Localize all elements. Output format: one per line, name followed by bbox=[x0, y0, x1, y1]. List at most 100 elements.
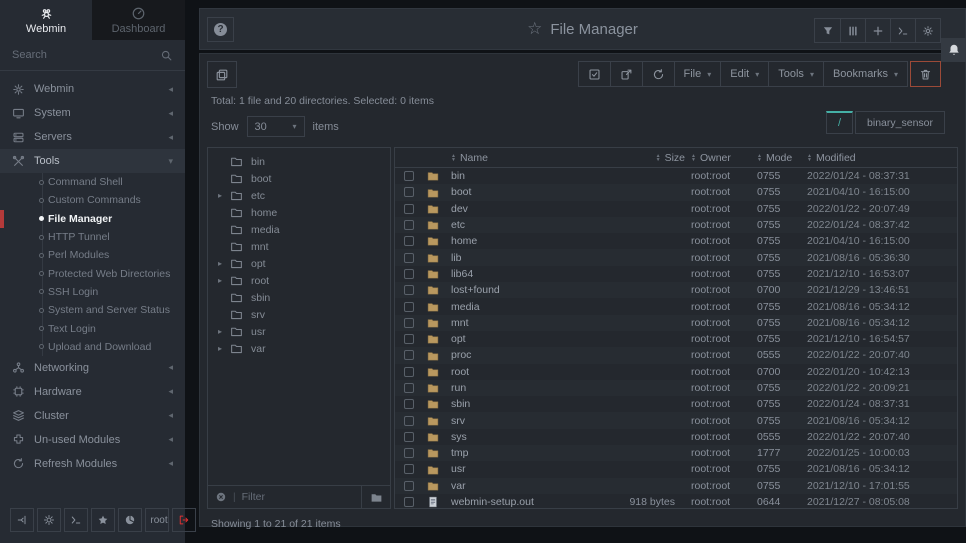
tree-item-mnt[interactable]: mnt bbox=[208, 238, 390, 255]
sidebar-item-protected-web-directories[interactable]: Protected Web Directories bbox=[0, 264, 185, 282]
favorites-star-button[interactable] bbox=[91, 508, 115, 532]
tree-item-usr[interactable]: ▸usr bbox=[208, 323, 390, 340]
menu-file[interactable]: File▾ bbox=[674, 62, 721, 86]
table-row[interactable]: tmproot:root17772022/01/25 - 10:00:03 bbox=[395, 445, 957, 461]
table-row[interactable]: homeroot:root07552021/04/10 - 16:15:00 bbox=[395, 233, 957, 249]
row-checkbox[interactable] bbox=[404, 269, 414, 279]
table-row[interactable]: lib64root:root07552021/12/10 - 16:53:07 bbox=[395, 266, 957, 282]
sidebar-item-hardware[interactable]: Hardware◂ bbox=[0, 380, 185, 404]
table-row[interactable]: devroot:root07552022/01/22 - 20:07:49 bbox=[395, 201, 957, 217]
notifications-tab[interactable] bbox=[941, 38, 966, 62]
column-header-modified[interactable]: ▲▼Modified bbox=[807, 152, 957, 164]
star-outline-icon[interactable]: ☆ bbox=[527, 19, 542, 39]
tree-folder-button[interactable] bbox=[361, 486, 383, 508]
table-row[interactable]: optroot:root07552021/12/10 - 16:54:57 bbox=[395, 331, 957, 347]
row-checkbox[interactable] bbox=[404, 464, 414, 474]
sidebar-item-perl-modules[interactable]: Perl Modules bbox=[0, 246, 185, 264]
table-row[interactable]: varroot:root07552021/12/10 - 17:01:55 bbox=[395, 478, 957, 494]
row-checkbox[interactable] bbox=[404, 367, 414, 377]
pie-button[interactable] bbox=[118, 508, 142, 532]
terminal-button[interactable] bbox=[64, 508, 88, 532]
table-row[interactable]: binroot:root07552022/01/24 - 08:37:31 bbox=[395, 168, 957, 184]
menu-edit[interactable]: Edit▾ bbox=[720, 62, 768, 86]
row-checkbox[interactable] bbox=[404, 334, 414, 344]
menu-tools[interactable]: Tools▾ bbox=[768, 62, 823, 86]
column-header-name[interactable]: ▲▼Name bbox=[451, 152, 611, 164]
select-check-button[interactable] bbox=[579, 62, 610, 86]
sidebar-item-networking[interactable]: Networking◂ bbox=[0, 356, 185, 380]
row-checkbox[interactable] bbox=[404, 220, 414, 230]
table-row[interactable]: procroot:root05552022/01/22 - 20:07:40 bbox=[395, 347, 957, 363]
tree-item-root[interactable]: ▸root bbox=[208, 272, 390, 289]
row-checkbox[interactable] bbox=[404, 204, 414, 214]
row-checkbox[interactable] bbox=[404, 448, 414, 458]
menu-bookmarks[interactable]: Bookmarks▾ bbox=[823, 62, 907, 86]
tree-item-var[interactable]: ▸var bbox=[208, 340, 390, 357]
row-checkbox[interactable] bbox=[404, 350, 414, 360]
row-checkbox[interactable] bbox=[404, 236, 414, 246]
logout-button[interactable] bbox=[172, 508, 196, 532]
expand-arrow-icon[interactable]: ▸ bbox=[218, 259, 230, 268]
row-checkbox[interactable] bbox=[404, 171, 414, 181]
sidebar-item-command-shell[interactable]: Command Shell bbox=[0, 173, 185, 191]
sidebar-item-system[interactable]: System◂ bbox=[0, 101, 185, 125]
sidebar-item-upload-and-download[interactable]: Upload and Download bbox=[0, 338, 185, 356]
tree-item-srv[interactable]: srv bbox=[208, 306, 390, 323]
sidebar-item-webmin[interactable]: Webmin◂ bbox=[0, 77, 185, 101]
table-row[interactable]: mntroot:root07552021/08/16 - 05:34:12 bbox=[395, 315, 957, 331]
gear-button[interactable] bbox=[915, 19, 940, 42]
table-row[interactable]: etcroot:root07552022/01/24 - 08:37:42 bbox=[395, 217, 957, 233]
tree-item-opt[interactable]: ▸opt bbox=[208, 255, 390, 272]
row-checkbox[interactable] bbox=[404, 285, 414, 295]
table-row[interactable]: libroot:root07552021/08/16 - 05:36:30 bbox=[395, 249, 957, 265]
plus-button[interactable] bbox=[865, 19, 890, 42]
tree-item-boot[interactable]: boot bbox=[208, 170, 390, 187]
expand-arrow-icon[interactable]: ▸ bbox=[218, 276, 230, 285]
page-size-select[interactable]: 30 ▾ bbox=[247, 116, 305, 137]
theme-sun-button[interactable] bbox=[37, 508, 61, 532]
share-button[interactable] bbox=[610, 62, 642, 86]
paste-buffer-button[interactable] bbox=[207, 61, 237, 88]
tab-webmin[interactable]: Webmin bbox=[0, 0, 92, 40]
help-button[interactable]: ? bbox=[207, 17, 234, 42]
row-checkbox[interactable] bbox=[404, 481, 414, 491]
table-row[interactable]: bootroot:root07552021/04/10 - 16:15:00 bbox=[395, 184, 957, 200]
sidebar-item-file-manager[interactable]: File Manager bbox=[0, 210, 185, 228]
row-checkbox[interactable] bbox=[404, 318, 414, 328]
refresh-button[interactable] bbox=[642, 62, 674, 86]
column-header-mode[interactable]: ▲▼Mode bbox=[757, 152, 807, 164]
table-row[interactable]: mediaroot:root07552021/08/16 - 05:34:12 bbox=[395, 298, 957, 314]
table-row[interactable]: usrroot:root07552021/08/16 - 05:34:12 bbox=[395, 461, 957, 477]
tree-item-bin[interactable]: bin bbox=[208, 153, 390, 170]
column-header-size[interactable]: ▲▼Size bbox=[611, 152, 691, 164]
row-checkbox[interactable] bbox=[404, 253, 414, 263]
table-row[interactable]: lost+foundroot:root07002021/12/29 - 13:4… bbox=[395, 282, 957, 298]
table-row[interactable]: sbinroot:root07552022/01/24 - 08:37:31 bbox=[395, 396, 957, 412]
columns-button[interactable] bbox=[840, 19, 865, 42]
sidebar-search[interactable]: Search bbox=[0, 40, 185, 71]
row-checkbox[interactable] bbox=[404, 497, 414, 507]
tree-item-sbin[interactable]: sbin bbox=[208, 289, 390, 306]
row-checkbox[interactable] bbox=[404, 432, 414, 442]
sidebar-item-text-login[interactable]: Text Login bbox=[0, 319, 185, 337]
table-row[interactable]: sysroot:root05552022/01/22 - 20:07:40 bbox=[395, 429, 957, 445]
sidebar-item-un-used-modules[interactable]: Un-used Modules◂ bbox=[0, 428, 185, 452]
breadcrumb-root[interactable]: / bbox=[826, 111, 853, 134]
tab-dashboard[interactable]: Dashboard bbox=[92, 0, 185, 40]
clear-filter-icon[interactable] bbox=[215, 491, 227, 503]
user-button[interactable]: root bbox=[145, 508, 169, 532]
table-row[interactable]: runroot:root07552022/01/22 - 20:09:21 bbox=[395, 380, 957, 396]
trash-button[interactable] bbox=[910, 61, 941, 87]
search-icon[interactable] bbox=[160, 49, 173, 62]
search-input[interactable]: Search bbox=[12, 49, 160, 61]
column-header-owner[interactable]: ▲▼Owner bbox=[691, 152, 757, 164]
tree-filter-input[interactable]: Filter bbox=[242, 491, 361, 503]
expand-arrow-icon[interactable]: ▸ bbox=[218, 327, 230, 336]
expand-arrow-icon[interactable]: ▸ bbox=[218, 344, 230, 353]
table-row[interactable]: webmin-setup.out918 bytesroot:root064420… bbox=[395, 494, 957, 510]
breadcrumb-path[interactable]: binary_sensor bbox=[855, 111, 945, 134]
sidebar-item-refresh-modules[interactable]: Refresh Modules◂ bbox=[0, 452, 185, 476]
row-checkbox[interactable] bbox=[404, 187, 414, 197]
table-row[interactable]: srvroot:root07552021/08/16 - 05:34:12 bbox=[395, 412, 957, 428]
row-checkbox[interactable] bbox=[404, 416, 414, 426]
